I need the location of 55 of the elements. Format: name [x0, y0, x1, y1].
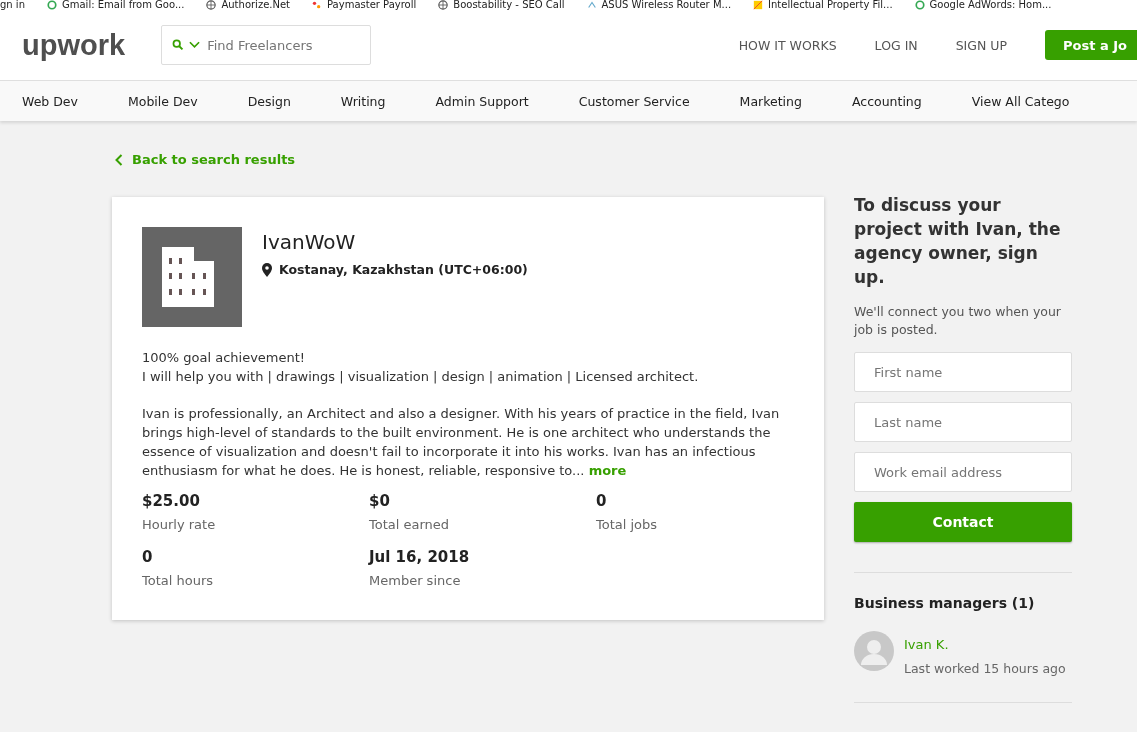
stat-label: Hourly rate — [142, 517, 217, 532]
signup-heading: To discuss your project with Ivan, the agency owner, sign up. — [854, 194, 1062, 289]
circle-icon — [914, 0, 925, 10]
bookmark-link[interactable]: Boostability - SEO Call — [453, 0, 565, 10]
bookmark-link[interactable]: Authorize.Net — [221, 0, 291, 10]
profile-name: IvanWoW — [262, 230, 357, 254]
category-link[interactable]: Design — [247, 93, 291, 109]
description-text: Ivan is professionally, an Architect and also a designer. With his years of practice in the field, Ivan brings high-level of standards to the built environment. He is one architect who understands the essence of visualization and doesn't fail to incorporate it into his works. Ivan has an infectious enthusiasm for what he does. He is honest, reliable, responsive to... more — [142, 405, 781, 480]
stat-label: Total hours — [142, 573, 215, 588]
bookmark-link[interactable]: Paymaster Payroll — [327, 0, 417, 10]
headline-text: I will help you with | drawings | visualization | design | animation | Licensed architect. — [142, 368, 700, 386]
bookmark-link[interactable]: gn in — [0, 0, 25, 10]
stat-label: Total jobs — [596, 517, 659, 532]
dots-icon — [312, 0, 323, 10]
stat-value: 0 — [596, 492, 608, 510]
category-link[interactable]: Mobile Dev — [127, 93, 198, 109]
input-field[interactable]: First name — [854, 352, 1072, 392]
category-link[interactable]: View All Catego — [971, 93, 1070, 109]
bookmark-link[interactable]: Gmail: Email from Goo... — [62, 0, 185, 10]
category-link[interactable]: Writing — [340, 93, 386, 109]
bookmark-link[interactable]: ASUS Wireless Router M... — [601, 0, 732, 10]
input-field[interactable]: Last name — [854, 402, 1072, 442]
stat-label: Total earned — [369, 517, 451, 532]
circle-icon — [47, 0, 57, 10]
category-link[interactable]: Customer Service — [578, 93, 690, 109]
building-icon — [142, 227, 242, 327]
bookmark-link[interactable]: Intellectual Property Fil... — [768, 0, 893, 10]
globe-icon — [438, 0, 449, 10]
category-link[interactable]: Marketing — [739, 93, 802, 109]
signal-icon — [586, 0, 597, 10]
category-link[interactable]: Admin Support — [435, 93, 529, 109]
search-field[interactable]: Find Freelancers — [161, 25, 372, 65]
category-link[interactable]: Accounting — [851, 93, 922, 109]
chevron-left-icon — [115, 153, 123, 166]
flag-icon — [753, 0, 764, 10]
stat-value: $25.00 — [142, 492, 201, 510]
location-pin-icon — [262, 262, 272, 277]
category-link[interactable]: Web Dev — [22, 93, 78, 109]
nav-link[interactable]: HOW IT WORKS — [738, 37, 837, 53]
logo[interactable]: upwork — [22, 28, 126, 62]
location-text: Kostanay, Kazakhstan (UTC+06:00) — [279, 262, 528, 277]
signup-note: We'll connect you two when your job is posted. — [854, 303, 1062, 339]
nav-link[interactable]: SIGN UP — [955, 37, 1007, 53]
headline-text: 100% goal achievement! — [142, 349, 307, 367]
stat-label: Member since — [369, 573, 462, 588]
stat-value: 0 — [142, 548, 154, 566]
stat-value: Jul 16, 2018 — [369, 548, 471, 566]
managers-heading: Business managers (1) — [854, 595, 1036, 611]
globe-icon — [206, 0, 217, 10]
stat-value: $0 — [369, 492, 391, 510]
input-field[interactable]: Work email address — [854, 452, 1072, 492]
nav-link[interactable]: LOG IN — [874, 37, 918, 53]
bookmark-link[interactable]: Google AdWords: Hom... — [929, 0, 1052, 10]
last-worked-text: Last worked 15 hours ago — [904, 661, 1066, 676]
avatar-silhouette-icon — [854, 631, 894, 671]
